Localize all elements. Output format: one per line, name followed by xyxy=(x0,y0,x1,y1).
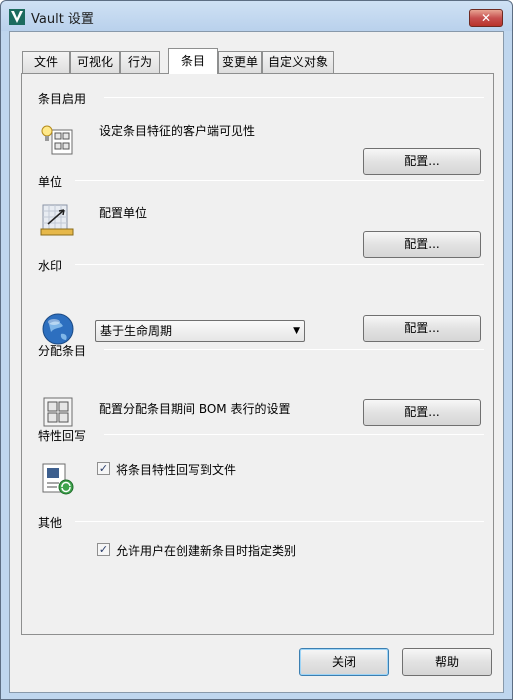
tab-files[interactable]: 文件 xyxy=(22,51,70,73)
items-tab-panel: 条目启用 设定条目特征的客户端可见性 配置... 单位 配置单位 配置... 水… xyxy=(21,73,494,635)
assign-items-description: 配置分配条目期间 BOM 表行的设置 xyxy=(99,402,291,416)
section-title-assign-items: 分配条目 xyxy=(38,344,87,358)
grid-icon xyxy=(43,397,73,427)
section-divider xyxy=(75,180,484,181)
section-title-units: 单位 xyxy=(38,175,63,189)
section-title-item-enable: 条目启用 xyxy=(38,92,87,106)
section-divider xyxy=(104,97,484,98)
watermark-select[interactable]: 基于生命周期 ▼ xyxy=(95,320,305,342)
lightbulb-grid-icon xyxy=(41,125,73,155)
title-bar[interactable]: Vault 设置 ✕ xyxy=(1,1,512,31)
item-enable-description: 设定条目特征的客户端可见性 xyxy=(99,124,256,138)
assign-items-configure-button[interactable]: 配置... xyxy=(363,399,481,426)
window-title: Vault 设置 xyxy=(31,12,94,27)
tab-behavior[interactable]: 行为 xyxy=(120,51,160,73)
close-icon: ✕ xyxy=(480,11,492,25)
window-close-button[interactable]: ✕ xyxy=(469,9,503,27)
tab-items[interactable]: 条目 xyxy=(168,48,218,74)
section-title-other: 其他 xyxy=(38,516,63,530)
settings-window: Vault 设置 ✕ 文件 可视化 行为 条目 变更单 自定义对象 条目启用 设… xyxy=(0,0,513,700)
section-divider xyxy=(75,521,484,522)
allow-category-checkbox-label[interactable]: 允许用户在创建新条目时指定类别 xyxy=(116,542,296,559)
writeback-icon xyxy=(42,463,74,495)
section-divider xyxy=(104,434,484,435)
close-button[interactable]: 关闭 xyxy=(299,648,389,676)
writeback-checkbox-label[interactable]: 将条目特性回写到文件 xyxy=(116,461,236,478)
section-divider xyxy=(75,264,484,265)
section-title-writeback: 特性回写 xyxy=(38,429,87,443)
item-enable-configure-button[interactable]: 配置... xyxy=(363,148,481,175)
tab-visualization[interactable]: 可视化 xyxy=(70,51,120,73)
units-description: 配置单位 xyxy=(99,206,148,220)
chevron-down-icon: ▼ xyxy=(293,326,300,336)
dialog-client: 文件 可视化 行为 条目 变更单 自定义对象 条目启用 设定条目特征的客户端可见… xyxy=(9,31,504,693)
tab-change-orders[interactable]: 变更单 xyxy=(218,51,262,73)
tab-strip: 文件 可视化 行为 条目 变更单 自定义对象 xyxy=(22,48,502,74)
units-configure-button[interactable]: 配置... xyxy=(363,231,481,258)
globe-icon xyxy=(42,313,74,345)
tab-custom-objects[interactable]: 自定义对象 xyxy=(262,51,334,73)
vault-logo-icon xyxy=(9,9,25,25)
watermark-configure-button[interactable]: 配置... xyxy=(363,315,481,342)
section-divider xyxy=(104,349,484,350)
section-title-watermark: 水印 xyxy=(38,259,63,273)
help-button[interactable]: 帮助 xyxy=(402,648,492,676)
ruler-units-icon xyxy=(40,204,74,236)
writeback-checkbox[interactable]: ✓ xyxy=(97,462,110,475)
allow-category-checkbox[interactable]: ✓ xyxy=(97,543,110,556)
